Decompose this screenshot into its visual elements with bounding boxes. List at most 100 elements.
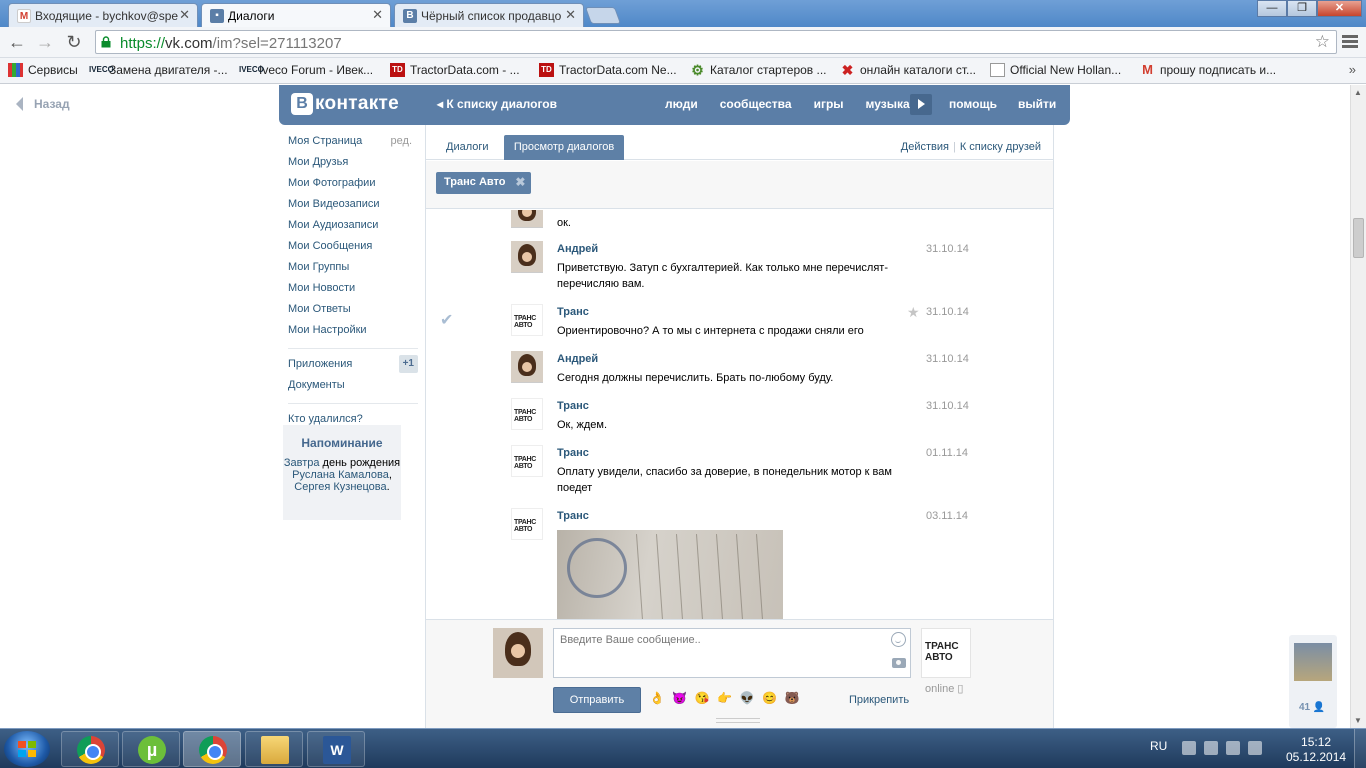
menu-item-my-page[interactable]: Моя Страница ред.	[288, 134, 418, 155]
menu-item[interactable]: Мои Сообщения	[288, 239, 418, 260]
page-scrollbar[interactable]: ▲ ▼	[1350, 85, 1366, 728]
show-desktop-button[interactable]	[1354, 729, 1366, 768]
emoji-devil-icon[interactable]: 😈	[672, 690, 688, 706]
avatar[interactable]	[511, 241, 543, 273]
address-bar[interactable]: https://vk.com/im?sel=271113207 ☆	[95, 30, 1337, 54]
emoji-alien-icon[interactable]: 👽	[739, 690, 755, 706]
avatar[interactable]: ТРАНС АВТО	[511, 304, 543, 336]
emoji-ok-hand-icon[interactable]: 👌	[649, 690, 665, 706]
actions-link[interactable]: Действия	[901, 141, 949, 153]
send-button[interactable]: Отправить	[553, 687, 641, 713]
bookmark-item[interactable]: ⚙ Каталог стартеров ...	[690, 63, 826, 77]
avatar[interactable]: ТРАНС АВТО	[511, 398, 543, 430]
reload-icon[interactable]: ↻	[63, 32, 85, 54]
close-icon[interactable]: ✕	[179, 7, 190, 23]
bookmark-services[interactable]: Сервисы	[8, 63, 78, 77]
scroll-up-icon[interactable]: ▲	[1354, 88, 1362, 97]
taskbar-explorer[interactable]	[245, 731, 303, 767]
tab-dialogs[interactable]: ▪ Диалоги ✕	[201, 3, 391, 27]
menu-item[interactable]: Мои Группы	[288, 260, 418, 281]
message-author[interactable]: Андрей	[557, 353, 598, 365]
menu-item[interactable]: Мои Новости	[288, 281, 418, 302]
message-author[interactable]: Транс	[557, 400, 589, 412]
forward-arrow-icon[interactable]: →	[34, 32, 56, 54]
back-link[interactable]: Назад	[16, 97, 70, 111]
message-author[interactable]: Андрей	[557, 243, 598, 255]
message-history[interactable]: ок. Андрей 31.10.14 Приветствую. Затуп с…	[426, 210, 1053, 619]
tab-gmail[interactable]: M Входящие - bychkov@spe ✕	[8, 3, 198, 27]
message-author[interactable]: Транс	[557, 510, 589, 522]
message-author[interactable]: Транс	[557, 306, 589, 318]
bookmark-item[interactable]: TD TractorData.com Ne...	[539, 63, 677, 77]
tab-view-dialogs[interactable]: Просмотр диалогов	[504, 135, 624, 160]
close-icon[interactable]: ✖	[515, 175, 525, 189]
avatar[interactable]: ТРАНС АВТО	[511, 445, 543, 477]
bookmark-item[interactable]: IVECO Замена двигателя -...	[89, 63, 228, 77]
menu-item[interactable]: Мои Настройки	[288, 323, 418, 344]
avatar[interactable]	[511, 351, 543, 383]
menu-icon[interactable]	[1342, 35, 1358, 50]
taskbar-chrome[interactable]	[61, 731, 119, 767]
menu-item-apps[interactable]: Приложения +1	[288, 355, 418, 378]
star-icon[interactable]: ★	[907, 304, 920, 321]
camera-icon[interactable]	[892, 658, 906, 668]
play-icon[interactable]	[910, 94, 932, 115]
network-icon[interactable]	[1204, 741, 1218, 755]
antivirus-icon[interactable]	[1226, 741, 1240, 755]
scroll-thumb[interactable]	[1353, 218, 1364, 258]
nav-music[interactable]: музыка	[866, 97, 910, 111]
avatar[interactable]	[511, 210, 543, 228]
attached-photo[interactable]	[557, 530, 783, 619]
nav-people[interactable]: люди	[665, 97, 698, 111]
bookmark-star-icon[interactable]: ☆	[1315, 32, 1330, 52]
bookmark-item[interactable]: IVECO Iveco Forum - Ивек...	[239, 63, 373, 77]
new-tab-button[interactable]	[584, 7, 622, 24]
taskbar-utorrent[interactable]: µ	[122, 731, 180, 767]
nav-help[interactable]: помощь	[949, 97, 997, 111]
menu-item[interactable]: Мои Фотографии	[288, 176, 418, 197]
peer-avatar[interactable]: ТРАНС АВТО	[921, 628, 971, 678]
menu-item-docs[interactable]: Документы	[288, 378, 418, 399]
emoji-bear-icon[interactable]: 🐻	[784, 690, 800, 706]
menu-item[interactable]: Мои Видеозаписи	[288, 197, 418, 218]
message-author[interactable]: Транс	[557, 447, 589, 459]
check-icon[interactable]: ✔	[440, 310, 453, 330]
taskbar-word[interactable]: W	[307, 731, 365, 767]
tab-dialogs-list[interactable]: Диалоги	[446, 141, 489, 153]
scroll-down-icon[interactable]: ▼	[1354, 716, 1362, 725]
volume-icon[interactable]	[1248, 741, 1262, 755]
avatar[interactable]: ТРАНС АВТО	[511, 508, 543, 540]
chevron-right-icon[interactable]: »	[1349, 62, 1356, 77]
vk-logo[interactable]: В контакте	[291, 93, 399, 115]
to-dialogs-link[interactable]: ◂ К списку диалогов	[437, 97, 557, 111]
restore-button[interactable]: ❐	[1287, 0, 1317, 17]
peer-chip[interactable]: Транс Авто ✖	[436, 172, 532, 194]
chevron-up-icon[interactable]	[1182, 741, 1196, 755]
tab-blacklist[interactable]: B Чёрный список продавцо ✕	[394, 3, 584, 27]
language-indicator[interactable]: RU	[1150, 739, 1167, 753]
taskbar-chrome-active[interactable]	[183, 731, 241, 767]
emoji-point-right-icon[interactable]: 👉	[717, 690, 733, 706]
menu-item[interactable]: Мои Ответы	[288, 302, 418, 323]
menu-item[interactable]: Мои Аудиозаписи	[288, 218, 418, 239]
bookmark-item[interactable]: TD TractorData.com - ...	[390, 63, 520, 77]
attach-link[interactable]: Прикрепить	[849, 694, 909, 706]
back-arrow-icon[interactable]: ←	[6, 32, 28, 54]
bookmark-item[interactable]: M прошу подписать и...	[1140, 63, 1276, 78]
friends-list-link[interactable]: К списку друзей	[960, 141, 1041, 153]
nav-communities[interactable]: сообщества	[720, 97, 792, 111]
resize-grip[interactable]	[716, 718, 760, 723]
edit-link[interactable]: ред.	[391, 134, 412, 148]
nav-logout[interactable]: выйти	[1018, 97, 1056, 111]
minimize-button[interactable]: —	[1257, 0, 1287, 17]
message-input[interactable]: Введите Ваше сообщение..	[553, 628, 911, 678]
clock[interactable]: 15:12 05.12.2014	[1286, 735, 1346, 765]
close-icon[interactable]: ✕	[565, 7, 576, 23]
emoji-kiss-icon[interactable]: 😘	[694, 690, 710, 706]
close-window-button[interactable]: ✕	[1317, 0, 1362, 17]
my-avatar[interactable]	[493, 628, 543, 678]
menu-item[interactable]: Мои Друзья	[288, 155, 418, 176]
emoji-smile-icon[interactable]: 😊	[762, 690, 778, 706]
nav-games[interactable]: игры	[814, 97, 844, 111]
close-icon[interactable]: ✕	[372, 7, 383, 23]
